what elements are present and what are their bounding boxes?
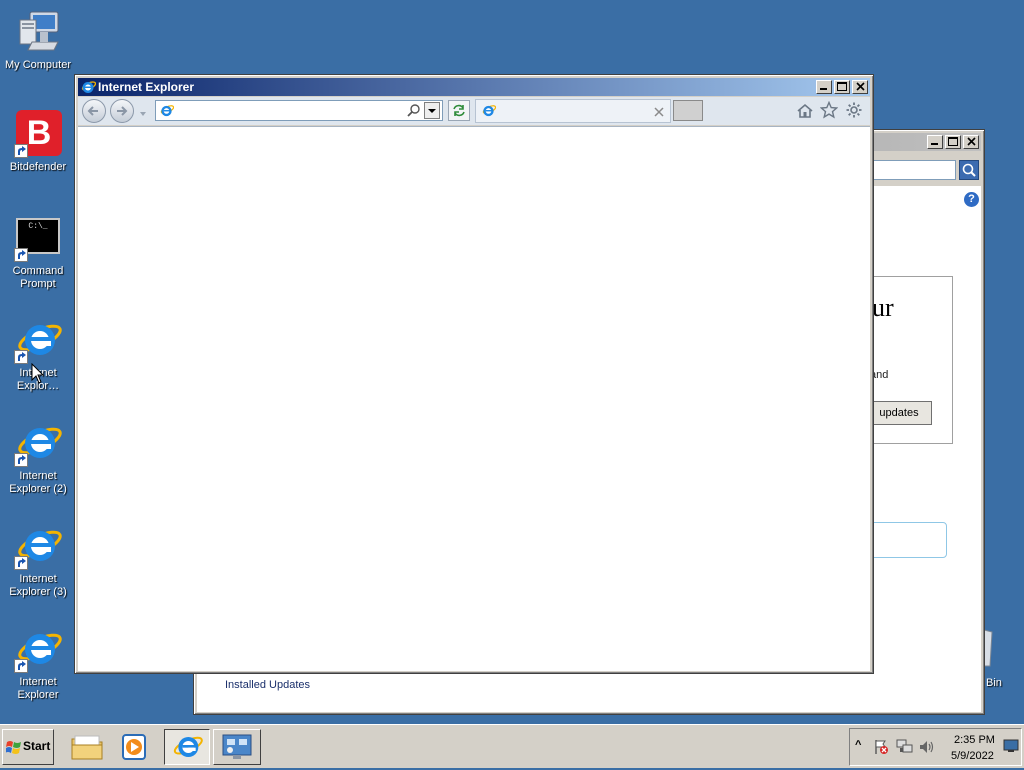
- address-bar[interactable]: [155, 100, 443, 121]
- ie-toolbar: [78, 97, 870, 125]
- start-button[interactable]: Start: [2, 729, 54, 765]
- bitdefender-icon: B: [14, 110, 62, 158]
- tab-close-icon[interactable]: [653, 105, 665, 117]
- chevron-down-icon: [140, 112, 146, 116]
- forward-button[interactable]: [110, 99, 134, 123]
- tools-button[interactable]: [845, 101, 863, 119]
- ie-title-text: Internet Explorer: [98, 80, 195, 94]
- clock-date[interactable]: 5/9/2022: [951, 750, 994, 762]
- update-status-heading: ur: [872, 293, 894, 322]
- desktop-icon-recycle-bin[interactable]: Bin: [983, 626, 1024, 696]
- desktop-icon-label: Bitdefender: [9, 161, 67, 173]
- internet-explorer-window[interactable]: Internet Explorer: [74, 74, 874, 674]
- installed-updates-link[interactable]: Installed Updates: [225, 679, 310, 691]
- computer-icon: [14, 8, 62, 56]
- close-button[interactable]: [963, 135, 979, 149]
- ie-icon: [14, 316, 62, 364]
- start-label: Start: [23, 739, 51, 753]
- desktop-icon-internet-explorer-3[interactable]: Internet Explorer (3): [0, 522, 76, 599]
- quicklaunch-explorer-button[interactable]: [66, 729, 108, 765]
- back-arrow-icon: [87, 106, 98, 116]
- shortcut-arrow-icon: [14, 144, 28, 158]
- ie-title-icon: [80, 79, 97, 95]
- new-tab-button[interactable]: [673, 100, 703, 121]
- minimize-button[interactable]: [816, 80, 832, 94]
- recycle-bin-icon: [983, 626, 994, 670]
- shortcut-arrow-icon: [14, 659, 28, 673]
- desktop-icon-label: My Computer: [4, 59, 72, 71]
- ie-icon: [14, 522, 62, 570]
- history-dropdown-button[interactable]: [138, 106, 148, 116]
- search-icon: [962, 163, 976, 177]
- search-input[interactable]: [872, 160, 956, 180]
- desktop-icon-bitdefender[interactable]: B Bitdefender: [0, 110, 76, 174]
- browser-tab[interactable]: [475, 99, 671, 123]
- ie-icon: [14, 419, 62, 467]
- desktop-icon-label: Internet Explorer (2): [9, 470, 67, 495]
- desktop-icon-label: Internet Explorer (3): [9, 573, 67, 598]
- shortcut-arrow-icon: [14, 556, 28, 570]
- forward-arrow-icon: [117, 106, 128, 116]
- close-button[interactable]: [852, 80, 868, 94]
- refresh-button[interactable]: [448, 100, 470, 121]
- network-icon[interactable]: [896, 739, 914, 755]
- install-updates-button[interactable]: updates: [866, 401, 932, 425]
- tab-favicon: [481, 103, 497, 118]
- show-hidden-icons-button[interactable]: ^: [855, 739, 861, 751]
- volume-icon[interactable]: [919, 739, 937, 755]
- show-desktop-icon[interactable]: [1003, 739, 1019, 753]
- address-dropdown-button[interactable]: [424, 102, 440, 119]
- back-button[interactable]: [82, 99, 106, 123]
- mouse-cursor: [31, 362, 45, 385]
- chevron-down-icon: [428, 109, 436, 113]
- clock-time[interactable]: 2:35 PM: [954, 734, 995, 746]
- taskbar-control-panel-button[interactable]: [213, 729, 261, 765]
- ie-page-viewport[interactable]: [78, 126, 870, 671]
- desktop-icon-label: Internet Explorer: [17, 676, 59, 701]
- help-icon[interactable]: ?: [964, 192, 979, 207]
- shortcut-arrow-icon: [14, 453, 28, 467]
- minimize-button[interactable]: [927, 135, 943, 149]
- desktop-icon-my-computer[interactable]: My Computer: [0, 8, 76, 72]
- favorites-button[interactable]: [819, 100, 839, 119]
- star-icon: [819, 100, 839, 119]
- taskbar-internet-explorer-button[interactable]: [164, 729, 210, 765]
- maximize-button[interactable]: [945, 135, 961, 149]
- notification-area: ^ 2:35 PM 5/9/2022: [849, 728, 1022, 766]
- folder-icon: [71, 735, 103, 760]
- refresh-icon: [453, 104, 465, 117]
- desktop-icon-label: Bin: [986, 677, 1002, 689]
- windows-logo-icon: [6, 741, 21, 754]
- desktop-icon-label: Command Prompt: [12, 265, 64, 290]
- control-panel-icon: [222, 734, 252, 759]
- home-button[interactable]: [796, 102, 814, 120]
- desktop-icon-internet-explorer-4[interactable]: Internet Explorer: [0, 625, 76, 702]
- address-search-icon[interactable]: [407, 103, 422, 118]
- taskbar: Start ^ 2:35 PM 5/9/2022: [0, 724, 1024, 768]
- search-button[interactable]: [959, 160, 979, 180]
- home-icon: [797, 103, 813, 118]
- media-player-icon: [122, 734, 146, 760]
- desktop-icon-internet-explorer-2[interactable]: Internet Explorer (2): [0, 419, 76, 496]
- action-center-flag-icon[interactable]: [873, 739, 889, 755]
- quicklaunch-media-player-button[interactable]: [114, 729, 156, 765]
- gear-icon: [846, 102, 862, 118]
- maximize-button[interactable]: [834, 80, 850, 94]
- shortcut-arrow-icon: [14, 248, 28, 262]
- ie-titlebar[interactable]: Internet Explorer: [78, 78, 870, 96]
- ie-icon: [14, 625, 62, 673]
- ie-icon: [173, 736, 203, 757]
- cmd-icon: C:\_: [14, 214, 62, 262]
- desktop-icon-command-prompt[interactable]: C:\_ Command Prompt: [0, 214, 76, 291]
- page-favicon: [159, 103, 175, 118]
- shortcut-arrow-icon: [14, 350, 28, 364]
